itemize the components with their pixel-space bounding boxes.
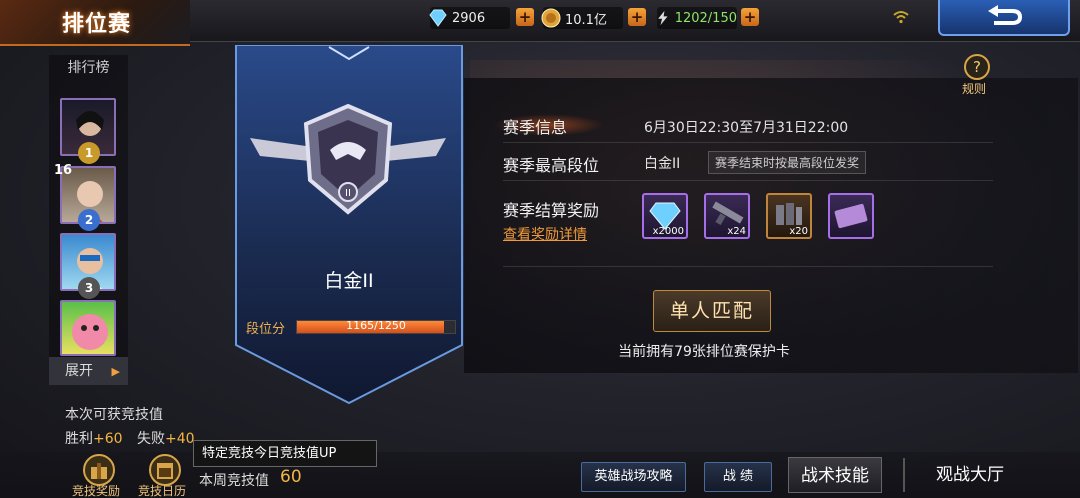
reward-diamond[interactable]: x2000 xyxy=(642,193,688,239)
gold-counter: 10.1亿 xyxy=(541,7,623,29)
reward-count: x24 xyxy=(727,226,746,237)
win-label: 胜利 xyxy=(65,431,93,447)
expand-label: 展开 xyxy=(65,363,93,379)
season-highest-label: 赛季最高段位 xyxy=(503,156,600,175)
tactics-skills-button[interactable]: 战术技能 xyxy=(788,457,882,493)
season-highest-note: 赛季结束时按最高段位发奖 xyxy=(708,151,867,174)
win-value: +60 xyxy=(93,431,123,447)
lose-value: +40 xyxy=(165,431,195,447)
diamond-icon xyxy=(429,9,447,27)
reward-ticket[interactable] xyxy=(828,193,874,239)
record-button[interactable]: 战 绩 xyxy=(704,462,772,492)
gold-coin-icon xyxy=(541,8,561,28)
weekly-value: 60 xyxy=(280,467,302,487)
divider xyxy=(503,180,993,181)
diamond-value: 2906 xyxy=(452,10,486,26)
chevron-right-icon: ▶ xyxy=(111,365,120,378)
add-gold-button[interactable]: + xyxy=(628,8,646,26)
rank-card xyxy=(235,45,463,405)
back-arrow-icon xyxy=(988,5,1023,25)
gain-line: 胜利+60 失败+40 xyxy=(65,428,195,448)
reward-details-link[interactable]: 查看奖励详情 xyxy=(503,224,587,244)
battlefield-guide-button[interactable]: 英雄战场攻略 xyxy=(581,462,686,492)
divider xyxy=(503,266,993,267)
gain-title: 本次可获竞技值 xyxy=(65,407,163,423)
rank-badge-2: 16 xyxy=(53,163,73,178)
tooltip: 特定竞技今日竞技值UP xyxy=(193,440,377,467)
separator xyxy=(903,458,905,492)
spectate-hall-button[interactable]: 观战大厅 xyxy=(914,457,1026,493)
reward-count: x2000 xyxy=(652,226,684,237)
lightning-icon xyxy=(658,10,668,26)
add-stamina-button[interactable]: + xyxy=(741,8,759,26)
stamina-value: 1202/150 xyxy=(674,10,737,26)
rank-badge-1: 1 xyxy=(78,142,100,164)
diamond-counter: 2906 xyxy=(429,7,510,29)
points-label: 段位分 xyxy=(246,322,286,337)
rank-badge-3: 2 xyxy=(78,209,100,231)
gold-value: 10.1亿 xyxy=(565,12,607,28)
wifi-icon xyxy=(893,11,909,24)
lose-label: 失败 xyxy=(137,431,165,447)
add-diamond-button[interactable]: + xyxy=(516,8,534,26)
protection-card-text: 当前拥有79张排位赛保护卡 xyxy=(618,344,790,360)
season-highest-value: 白金II xyxy=(644,156,681,172)
rules-label[interactable]: 规则 xyxy=(962,80,986,97)
rank-name: 白金II xyxy=(324,270,374,292)
divider xyxy=(503,142,993,143)
platinum-emblem-icon: II xyxy=(250,103,446,215)
page-title: 排位赛 xyxy=(62,12,132,37)
reward-label[interactable]: 竞技奖励 xyxy=(72,482,120,498)
reward-ammo[interactable]: x20 xyxy=(766,193,812,239)
svg-text:?: ? xyxy=(973,58,981,76)
points-text: 1165/1250 xyxy=(346,319,406,332)
calendar-label[interactable]: 竞技日历 xyxy=(138,482,186,498)
emblem-numeral: II xyxy=(345,188,351,199)
leaderboard-title[interactable]: 排行榜 xyxy=(49,57,128,77)
season-info-value: 6月30日22:30至7月31日22:00 xyxy=(644,120,849,136)
leaderboard-avatar-4[interactable] xyxy=(60,300,116,356)
season-reward-label: 赛季结算奖励 xyxy=(503,201,600,220)
stamina-counter: 1202/150 xyxy=(657,7,737,29)
weekly-label: 本周竞技值 xyxy=(199,473,269,489)
expand-button[interactable]: 展开 ▶ xyxy=(49,357,128,385)
reward-rifle[interactable]: x24 xyxy=(704,193,750,239)
ticket-icon xyxy=(834,203,868,229)
single-match-button[interactable]: 单人匹配 xyxy=(653,290,771,332)
rank-badge-4: 3 xyxy=(78,277,100,299)
reward-count: x20 xyxy=(789,226,808,237)
season-info-label: 赛季信息 xyxy=(503,118,568,137)
back-button[interactable] xyxy=(938,0,1070,36)
